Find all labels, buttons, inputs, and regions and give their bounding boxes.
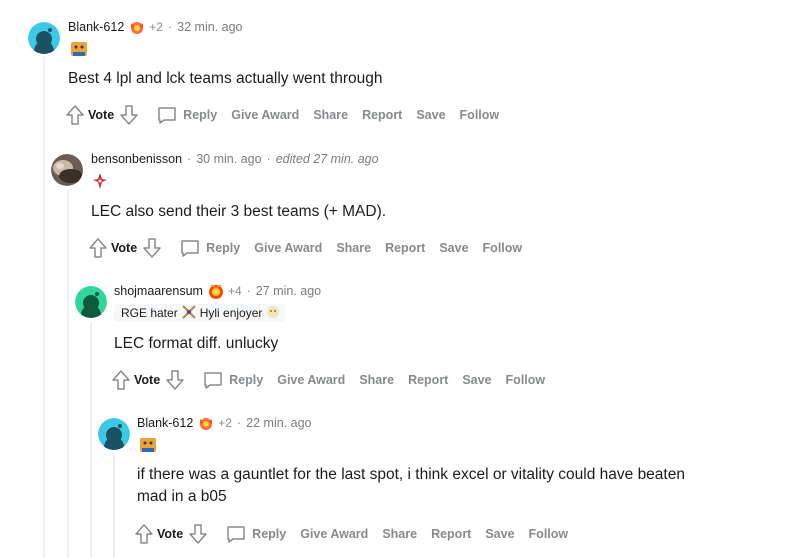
comment-body: LEC format diff. unlucky — [114, 335, 279, 352]
save-button[interactable]: Save — [462, 373, 491, 387]
give-award-button[interactable]: Give Award — [231, 108, 299, 122]
follow-button[interactable]: Follow — [483, 241, 523, 255]
username[interactable]: Blank-612 — [68, 20, 124, 34]
flair-text: Hyli enjoyer — [199, 306, 263, 320]
vote-count: Vote — [88, 108, 115, 122]
user-flair — [138, 435, 158, 460]
share-button[interactable]: Share — [359, 373, 394, 387]
upvote-icon[interactable] — [64, 103, 86, 127]
vote-count: Vote — [111, 241, 138, 255]
report-button[interactable]: Report — [408, 373, 448, 387]
timestamp[interactable]: 30 min. ago — [196, 152, 261, 166]
save-button[interactable]: Save — [416, 108, 445, 122]
comment-bubble-icon — [181, 240, 199, 257]
award-icon[interactable] — [197, 414, 215, 432]
edited-timestamp[interactable]: edited 27 min. ago — [276, 152, 379, 166]
comment-body-line: if there was a gauntlet for the last spo… — [137, 466, 685, 483]
flair-text: RGE hater — [121, 306, 178, 320]
timestamp[interactable]: 32 min. ago — [177, 20, 242, 34]
crossed-swords-icon — [181, 304, 197, 323]
avatar[interactable] — [51, 154, 83, 186]
reply-button[interactable]: Reply — [179, 237, 240, 259]
comment-bubble-icon — [204, 372, 222, 389]
separator-dot: · — [236, 416, 242, 430]
follow-button[interactable]: Follow — [529, 527, 569, 541]
avatar[interactable] — [98, 418, 130, 450]
thread-line[interactable] — [113, 455, 115, 558]
separator-dot: · — [266, 152, 271, 166]
vote-count: Vote — [134, 373, 161, 387]
reply-label: Reply — [183, 108, 218, 122]
comment-body: if there was a gauntlet for the last spo… — [137, 464, 685, 508]
timestamp[interactable]: 22 min. ago — [246, 416, 311, 430]
reply-label: Reply — [252, 527, 287, 541]
user-flair: RGE hater Hyli enjoyer — [114, 304, 286, 323]
vote-count: Vote — [157, 527, 184, 541]
comment-body: LEC also send their 3 best teams (+ MAD)… — [91, 203, 387, 220]
separator-dot: · — [167, 20, 173, 34]
flair-emoji-icon — [69, 39, 89, 64]
give-award-button[interactable]: Give Award — [300, 527, 368, 541]
follow-button[interactable]: Follow — [460, 108, 500, 122]
award-count[interactable]: +4 — [228, 284, 242, 298]
flair-emoji-icon — [138, 435, 158, 460]
thread-line[interactable] — [67, 190, 69, 558]
share-button[interactable]: Share — [336, 241, 371, 255]
report-button[interactable]: Report — [431, 527, 471, 541]
downvote-icon[interactable] — [141, 236, 163, 260]
upvote-icon[interactable] — [87, 236, 109, 260]
reply-label: Reply — [206, 241, 241, 255]
reply-button[interactable]: Reply — [156, 104, 217, 126]
username[interactable]: Blank-612 — [137, 416, 193, 430]
avatar[interactable] — [28, 22, 60, 54]
downvote-icon[interactable] — [187, 522, 209, 546]
share-button[interactable]: Share — [382, 527, 417, 541]
reply-button[interactable]: Reply — [202, 369, 263, 391]
user-flair — [69, 39, 89, 64]
user-flair — [92, 172, 108, 195]
upvote-icon[interactable] — [110, 368, 132, 392]
downvote-icon[interactable] — [118, 103, 140, 127]
reply-button[interactable]: Reply — [225, 523, 286, 545]
reply-label: Reply — [229, 373, 264, 387]
thread-line[interactable] — [90, 322, 92, 558]
comment-body-line: mad in a b05 — [137, 488, 227, 505]
comment-bubble-icon — [227, 526, 245, 543]
report-button[interactable]: Report — [362, 108, 402, 122]
username[interactable]: shojmaarensum — [114, 284, 203, 298]
avatar[interactable] — [75, 286, 107, 318]
flair-emoji-icon — [265, 304, 281, 323]
thread-line[interactable] — [43, 56, 45, 558]
award-count[interactable]: +2 — [218, 416, 232, 430]
give-award-button[interactable]: Give Award — [277, 373, 345, 387]
team-logo-icon — [92, 172, 108, 195]
share-button[interactable]: Share — [313, 108, 348, 122]
username[interactable]: bensonbenisson — [91, 152, 182, 166]
award-count[interactable]: +2 — [149, 20, 163, 34]
give-award-button[interactable]: Give Award — [254, 241, 322, 255]
report-button[interactable]: Report — [385, 241, 425, 255]
downvote-icon[interactable] — [164, 368, 186, 392]
comment-bubble-icon — [158, 107, 176, 124]
separator-dot: · — [187, 152, 192, 166]
award-icon[interactable] — [207, 282, 225, 300]
comment-body: Best 4 lpl and lck teams actually went t… — [68, 70, 383, 87]
follow-button[interactable]: Follow — [506, 373, 546, 387]
award-icon[interactable] — [128, 18, 146, 36]
timestamp[interactable]: 27 min. ago — [256, 284, 321, 298]
upvote-icon[interactable] — [133, 522, 155, 546]
separator-dot: · — [246, 284, 251, 298]
save-button[interactable]: Save — [485, 527, 514, 541]
save-button[interactable]: Save — [439, 241, 468, 255]
